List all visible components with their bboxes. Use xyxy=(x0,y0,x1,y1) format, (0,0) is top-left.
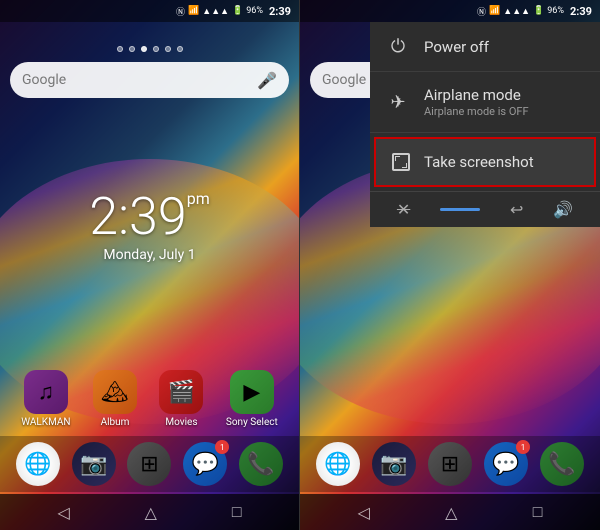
airplane-label: Airplane mode xyxy=(424,86,529,104)
message-badge: 1 xyxy=(215,440,229,454)
app-movies[interactable]: 🎬 Movies xyxy=(159,370,203,428)
movies-icon: 🎬 xyxy=(159,370,203,414)
phones-container: Ⓝ 📶 ▲▲▲ 🔋 96% 2:39 Google xyxy=(0,0,600,530)
poweroff-icon: ⏻ xyxy=(386,36,410,57)
page-dots-left xyxy=(0,42,299,56)
menu-item-airplane[interactable]: ✈ Airplane mode Airplane mode is OFF xyxy=(370,72,600,133)
wifi-icon: 📶 xyxy=(188,6,199,16)
phone-right-content: Ⓝ 📶 ▲▲▲ 🔋 96% 2:39 Google xyxy=(300,0,600,530)
signal-icon: ▲▲▲ xyxy=(202,6,229,17)
dot-4 xyxy=(153,46,159,52)
album-label: Album xyxy=(101,417,130,428)
nfc-icon: Ⓝ xyxy=(176,5,185,18)
power-menu-overlay: ⏻ Power off ✈ Airplane mode Airplane mod… xyxy=(300,0,600,530)
status-bar-left: Ⓝ 📶 ▲▲▲ 🔋 96% 2:39 xyxy=(0,0,299,22)
sonyselect-label: Sony Select xyxy=(226,417,278,428)
airplane-icon: ✈ xyxy=(386,92,410,113)
quick-progress-bar xyxy=(440,208,480,211)
dot-6 xyxy=(177,46,183,52)
clock-period: pm xyxy=(187,189,210,208)
dot-3 xyxy=(141,46,147,52)
dock-chrome[interactable]: 🌐 xyxy=(16,442,60,486)
screenshot-icon xyxy=(392,153,410,171)
screenshot-label: Take screenshot xyxy=(424,153,534,171)
battery-icon: 🔋 xyxy=(232,6,243,16)
clock-date: Monday, July 1 xyxy=(103,247,195,263)
clock-area: 2:39pm Monday, July 1 xyxy=(0,104,299,370)
dot-5 xyxy=(165,46,171,52)
dock-messages[interactable]: 💬 1 xyxy=(183,442,227,486)
app-row-left: ♫ WALKMAN 🏔 Album 🎬 Movies ▶ Sony Select xyxy=(0,370,299,428)
airplane-sublabel: Airplane mode is OFF xyxy=(424,105,529,118)
menu-item-poweroff[interactable]: ⏻ Power off xyxy=(370,22,600,72)
walkman-icon: ♫ xyxy=(24,370,68,414)
quick-x-icon[interactable]: ✕ xyxy=(397,200,410,219)
nav-bar-left: ◁ △ □ xyxy=(0,494,299,530)
quick-settings-bar: ✕ ↩ 🔊 xyxy=(370,191,600,227)
dock-apps[interactable]: ⊞ xyxy=(127,442,171,486)
phone-left: Ⓝ 📶 ▲▲▲ 🔋 96% 2:39 Google xyxy=(0,0,300,530)
app-album[interactable]: 🏔 Album xyxy=(93,370,137,428)
dock-phone[interactable]: 📞 xyxy=(239,442,283,486)
power-menu: ⏻ Power off ✈ Airplane mode Airplane mod… xyxy=(370,22,600,227)
nav-back-left[interactable]: ◁ xyxy=(57,503,69,522)
search-bar-left[interactable]: Google 🎤 xyxy=(10,62,289,98)
clock-time: 2:39pm xyxy=(89,191,209,243)
poweroff-label: Power off xyxy=(424,38,489,56)
phone-left-content: Ⓝ 📶 ▲▲▲ 🔋 96% 2:39 Google xyxy=(0,0,299,530)
walkman-label: WALKMAN xyxy=(21,417,70,428)
screenshot-content: Take screenshot xyxy=(424,153,534,171)
nav-recent-left[interactable]: □ xyxy=(232,502,242,522)
quick-volume-icon[interactable]: 🔊 xyxy=(553,200,573,219)
quick-rotate-icon[interactable]: ↩ xyxy=(510,200,523,219)
phone-right: Ⓝ 📶 ▲▲▲ 🔋 96% 2:39 Google xyxy=(300,0,600,530)
album-icon: 🏔 xyxy=(93,370,137,414)
search-text-left: Google xyxy=(22,72,66,88)
mic-icon-left[interactable]: 🎤 xyxy=(257,71,277,90)
nav-home-left[interactable]: △ xyxy=(145,503,157,522)
time-left: 2:39 xyxy=(269,5,291,18)
battery-percent-left: 96% xyxy=(246,6,263,16)
sonyselect-icon: ▶ xyxy=(230,370,274,414)
movies-label: Movies xyxy=(165,417,197,428)
menu-item-screenshot[interactable]: Take screenshot xyxy=(374,137,596,187)
app-walkman[interactable]: ♫ WALKMAN xyxy=(21,370,70,428)
dock-camera[interactable]: 📷 xyxy=(72,442,116,486)
dock-left: 🌐 📷 ⊞ 💬 1 📞 xyxy=(0,436,299,492)
poweroff-content: Power off xyxy=(424,38,489,56)
airplane-content: Airplane mode Airplane mode is OFF xyxy=(424,86,529,118)
status-icons-left: Ⓝ 📶 ▲▲▲ 🔋 96% 2:39 xyxy=(176,5,291,18)
app-sonyselect[interactable]: ▶ Sony Select xyxy=(226,370,278,428)
dot-2 xyxy=(129,46,135,52)
dot-1 xyxy=(117,46,123,52)
